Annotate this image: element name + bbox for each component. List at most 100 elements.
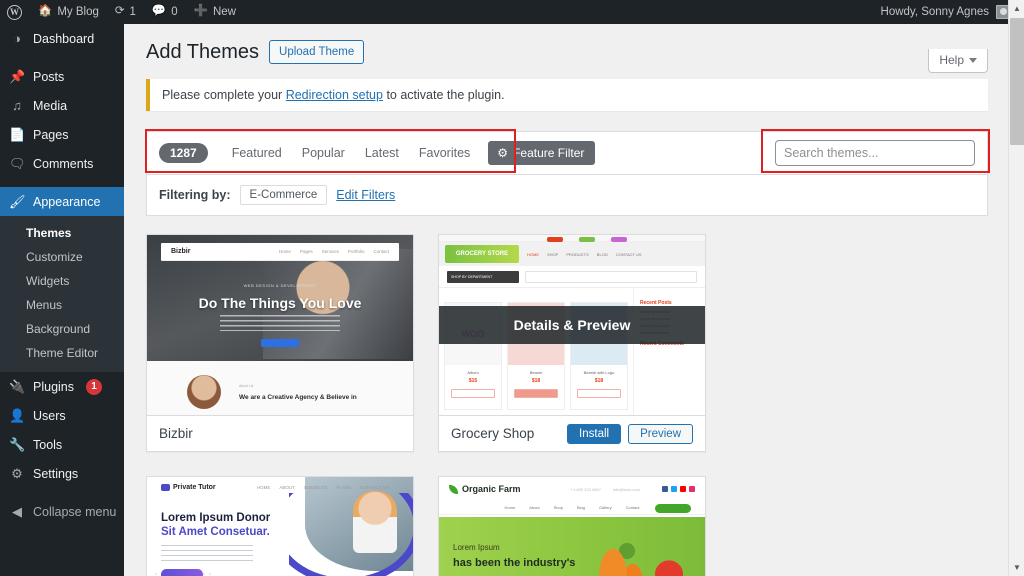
theme-screenshot: Organic Farm +1 800 123 4567 info@farm.c… <box>439 477 705 576</box>
sidebar-item-posts[interactable]: 📌 Posts <box>0 62 124 91</box>
site-name-menu[interactable]: 🏠 My Blog <box>30 0 107 24</box>
appearance-submenu: Themes Customize Widgets Menus Backgroun… <box>0 216 124 372</box>
submenu-item-customize[interactable]: Customize <box>0 245 124 269</box>
sidebar-item-dashboard[interactable]: ◑ Dashboard <box>0 24 124 53</box>
mock-lower-title: We are a Creative Agency & Believe in <box>239 394 357 401</box>
page-icon: 📄 <box>9 126 26 142</box>
help-label: Help <box>939 53 964 67</box>
install-button[interactable]: Install <box>567 423 622 444</box>
plugins-update-badge: 1 <box>86 378 102 395</box>
collapse-icon: ◀ <box>12 503 22 519</box>
scroll-up-arrow-icon[interactable]: ▲ <box>1009 0 1024 17</box>
theme-grid: Bizbir Home Pages Services Portfolio Contact… <box>146 234 988 576</box>
page-scrollbar[interactable]: ▲ ▼ <box>1008 0 1024 576</box>
updates-icon: ⟳ <box>114 5 125 18</box>
theme-card-organic-farm[interactable]: Organic Farm +1 800 123 4567 info@farm.c… <box>438 476 706 576</box>
theme-screenshot: Bizbir Home Pages Services Portfolio Contact… <box>147 235 413 415</box>
account-menu[interactable]: Howdy, Sonny Agnes <box>881 5 1024 19</box>
sidebar-item-label: Tools <box>33 437 63 452</box>
sidebar-item-appearance[interactable]: 🖌 Appearance <box>0 187 124 216</box>
wp-logo-menu[interactable]: W <box>0 0 30 24</box>
filter-link-featured[interactable]: Featured <box>222 143 292 163</box>
search-input[interactable] <box>775 140 975 166</box>
theme-name: Grocery Shop <box>451 426 535 441</box>
chevron-down-icon <box>969 57 977 63</box>
plug-icon: 🔌 <box>9 378 26 394</box>
feature-filter-button[interactable]: ⚙ Feature Filter <box>488 141 596 165</box>
mock-hero-title: Do The Things You Love <box>198 295 362 311</box>
mock-logo: Bizbir <box>171 248 191 255</box>
mock-hero-title: Lorem Ipsum Donor Sit Amet Consetuar. <box>161 512 271 539</box>
media-icon: ♫ <box>12 98 22 113</box>
sidebar-item-comments[interactable]: 🗨 Comments <box>0 149 124 178</box>
mock-contact-info: +1 800 123 4567 info@farm.com <box>571 486 695 492</box>
sidebar-item-label: Settings <box>33 466 79 481</box>
submenu-item-theme-editor[interactable]: Theme Editor <box>0 341 124 365</box>
sidebar-item-tools[interactable]: 🔧 Tools <box>0 430 124 459</box>
filter-tag-ecommerce[interactable]: E-Commerce <box>239 185 328 205</box>
theme-count-badge: 1287 <box>159 143 208 163</box>
comment-icon: 🗨 <box>9 155 26 171</box>
theme-card-bizbir[interactable]: Bizbir Home Pages Services Portfolio Contact… <box>146 234 414 452</box>
mock-nav: HOME ABOUT SUBJECTS PLANS CONTACT US <box>256 484 389 490</box>
menu-separator <box>0 53 124 62</box>
submenu-item-themes[interactable]: Themes <box>0 221 124 245</box>
pin-icon: 📌 <box>9 68 26 84</box>
sidebar-item-pages[interactable]: 📄 Pages <box>0 120 124 149</box>
admin-sidebar: ◑ Dashboard 📌 Posts ♫ Media 📄 Pages 🗨 Co… <box>0 24 124 576</box>
mock-nav: Home Pages Services Portfolio Contact <box>278 249 389 254</box>
theme-card-private-tutor[interactable]: Private Tutor HOME ABOUT SUBJECTS PLANS CONT… <box>146 476 414 576</box>
comments-count: 0 <box>171 6 178 18</box>
theme-filter-bar: 1287 Featured Popular Latest Favorites ⚙… <box>146 131 988 175</box>
main-content: Help Add Themes Upload Theme Please comp… <box>124 24 1008 576</box>
theme-card-grocery-shop[interactable]: GROCERY STORE HOME SHOP PRODUCTS BLOG CONTAC… <box>438 234 706 452</box>
collapse-menu-button[interactable]: ◀ Collapse menu <box>0 497 124 526</box>
feature-filter-label: Feature Filter <box>513 146 585 160</box>
plugin-notice: Please complete your Redirection setup t… <box>146 79 988 111</box>
scrollbar-thumb[interactable] <box>1010 18 1024 145</box>
home-icon: 🏠 <box>38 5 53 18</box>
submenu-item-menus[interactable]: Menus <box>0 293 124 317</box>
mock-site-organic-farm: Organic Farm +1 800 123 4567 info@farm.c… <box>439 477 705 576</box>
filter-link-favorites[interactable]: Favorites <box>409 143 480 163</box>
mock-hero-title: has been the industry's <box>453 557 576 569</box>
preview-button[interactable]: Preview <box>628 423 693 444</box>
updates-menu[interactable]: ⟳ 1 <box>107 0 144 24</box>
submenu-item-widgets[interactable]: Widgets <box>0 269 124 293</box>
comments-menu[interactable]: 💬 0 <box>144 0 186 24</box>
site-name-label: My Blog <box>57 6 99 18</box>
sidebar-item-label: Users <box>33 408 66 423</box>
settings-icon: ⚙ <box>11 465 23 481</box>
page-header: Add Themes Upload Theme <box>146 39 988 65</box>
sidebar-item-media[interactable]: ♫ Media <box>0 91 124 120</box>
details-and-preview-label[interactable]: Details & Preview <box>439 306 705 344</box>
new-content-menu[interactable]: ➕ New <box>186 0 244 24</box>
sidebar-item-label: Media <box>33 98 68 113</box>
filtering-by-label: Filtering by: <box>159 188 231 202</box>
admin-bar: W 🏠 My Blog ⟳ 1 💬 0 ➕ New Howdy, Sonny A… <box>0 0 1024 24</box>
scroll-down-arrow-icon[interactable]: ▼ <box>1009 559 1024 576</box>
theme-name: Bizbir <box>159 426 193 441</box>
upload-theme-button[interactable]: Upload Theme <box>269 40 365 64</box>
mock-logo: Organic Farm <box>449 484 521 494</box>
sidebar-item-label: Plugins <box>33 379 74 394</box>
edit-filters-link[interactable]: Edit Filters <box>336 188 395 202</box>
help-tab-button[interactable]: Help <box>928 49 988 73</box>
redirection-setup-link[interactable]: Redirection setup <box>286 88 383 102</box>
filtering-by-row: Filtering by: E-Commerce Edit Filters <box>146 175 988 216</box>
sidebar-item-plugins[interactable]: 🔌 Plugins 1 <box>0 372 124 401</box>
menu-separator <box>0 488 124 497</box>
submenu-item-background[interactable]: Background <box>0 317 124 341</box>
sidebar-item-label: Comments <box>33 156 94 171</box>
theme-hover-overlay[interactable]: Details & Preview <box>439 235 705 415</box>
sidebar-item-settings[interactable]: ⚙ Settings <box>0 459 124 488</box>
mock-logo: Private Tutor <box>161 483 216 491</box>
wrench-icon: 🔧 <box>9 436 26 452</box>
search-themes-box <box>775 140 975 166</box>
updates-count: 1 <box>129 6 136 18</box>
mock-lower-kicker: About Us <box>239 384 254 388</box>
filter-link-latest[interactable]: Latest <box>355 143 409 163</box>
filter-section: 1287 Featured Popular Latest Favorites ⚙… <box>145 129 990 216</box>
sidebar-item-users[interactable]: 👤 Users <box>0 401 124 430</box>
filter-link-popular[interactable]: Popular <box>292 143 355 163</box>
